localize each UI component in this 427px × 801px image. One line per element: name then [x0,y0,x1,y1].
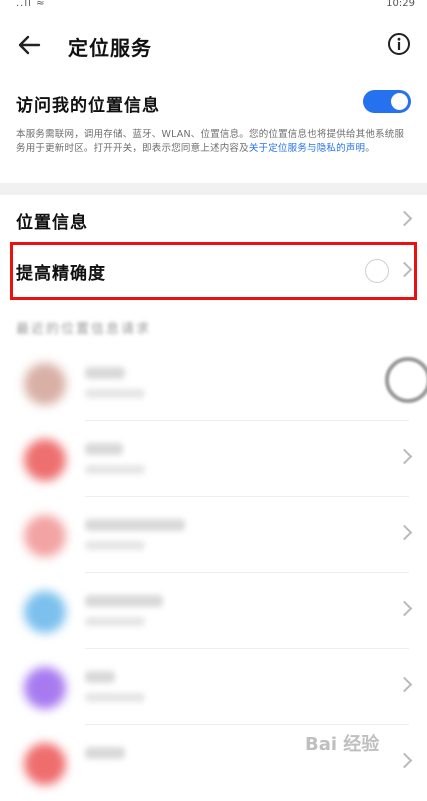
app-header: 定位服务 [0,20,427,72]
location-info-label: 位置信息 [16,213,88,233]
app-subtitle [85,617,145,626]
list-item[interactable] [0,573,427,649]
section-divider [0,183,427,195]
status-bar: ..ll ≈ 10:29 [0,0,427,14]
description-end: 。 [365,143,375,154]
watermark-logo: Bai 经验 [305,734,380,755]
location-access-label: 访问我的位置信息 [16,96,160,116]
chevron-right-icon [399,753,409,769]
app-name [85,747,125,759]
app-subtitle [85,693,145,702]
list-item[interactable] [0,345,427,421]
app-icon [24,439,66,481]
chevron-right-icon [399,601,409,617]
touch-indicator-circle [385,357,427,403]
info-icon[interactable] [387,32,411,56]
recent-requests-title: 最近的位置信息请求 [16,322,152,337]
chevron-right-icon [399,449,409,465]
app-name [85,595,163,607]
app-icon [24,667,66,709]
chevron-right-icon [399,677,409,693]
app-subtitle [85,465,145,474]
list-item[interactable] [0,497,427,573]
app-subtitle [85,389,145,398]
status-time: 10:29 [386,0,415,9]
app-icon [24,591,66,633]
red-highlight-box [10,242,417,300]
app-icon [24,363,66,405]
page-title: 定位服务 [68,36,152,60]
list-item[interactable] [0,421,427,497]
location-access-toggle[interactable] [363,90,411,113]
location-access-section: 访问我的位置信息 本服务需联网，调用存储、蓝牙、WLAN、位置信息。您的位置信息… [0,72,427,190]
location-access-description: 本服务需联网，调用存储、蓝牙、WLAN、位置信息。您的位置信息也将提供给其他系统… [16,128,412,156]
app-subtitle [85,541,145,550]
list-item[interactable] [0,649,427,725]
app-icon [24,515,66,557]
app-name [85,671,115,683]
signal-indicator: ..ll ≈ [16,0,46,9]
chevron-right-icon [399,211,409,227]
app-icon [24,743,66,785]
chevron-right-icon [399,525,409,541]
toggle-knob [391,93,408,110]
privacy-statement-link[interactable]: 关于定位服务与隐私的声明 [249,143,365,154]
recent-requests-list [0,345,427,785]
app-name [85,443,123,455]
arrow-left-icon[interactable] [15,30,45,60]
app-name [85,519,185,531]
location-info-row[interactable]: 位置信息 [0,195,427,245]
app-name [85,367,125,379]
